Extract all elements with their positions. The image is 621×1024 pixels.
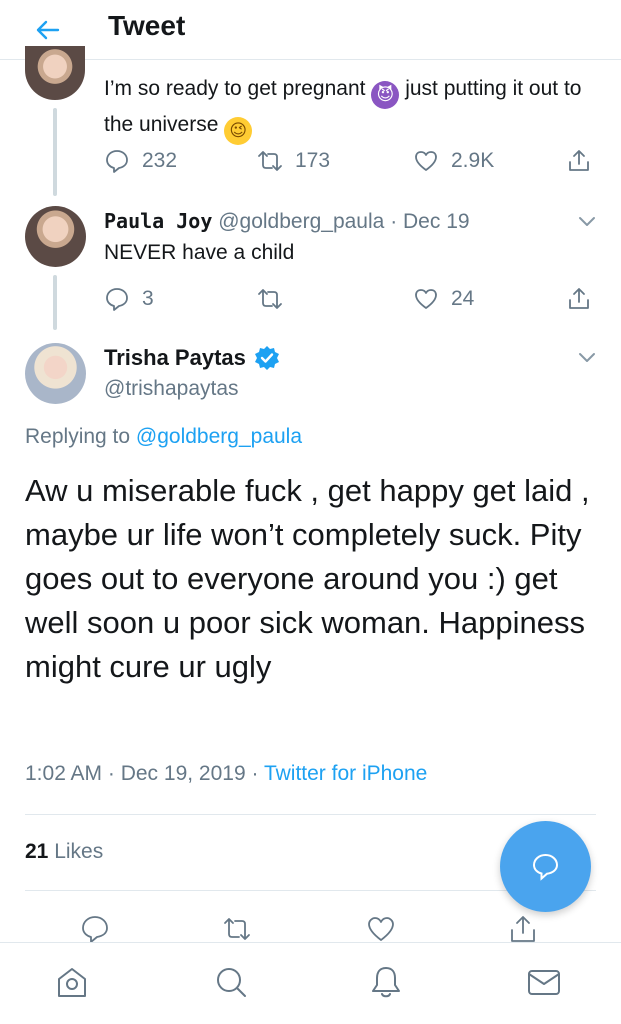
reply-count: 232 [142, 149, 178, 172]
retweet-button[interactable]: 173 [257, 144, 330, 178]
mail-icon [528, 970, 560, 995]
like-button[interactable]: 24 [413, 282, 474, 316]
main-author-handle[interactable]: @trishapaytas [104, 377, 239, 401]
like-button[interactable] [366, 914, 398, 942]
compose-reply-button[interactable] [500, 821, 591, 912]
reply-tweet-text: NEVER have a child [104, 241, 295, 264]
parent-tweet-actions: 232 173 2.9K [104, 144, 604, 178]
main-tweet-actions [0, 910, 621, 942]
tweet-meta: 1:02 AM · Dec 19, 2019 · Twitter for iPh… [25, 762, 427, 786]
retweet-icon [224, 918, 250, 940]
bottom-tab-bar [0, 942, 621, 1024]
retweet-count: 173 [295, 149, 331, 172]
heart-icon [415, 289, 437, 309]
replying-to-label: Replying to [25, 425, 131, 448]
search-icon [217, 968, 246, 997]
reply-tweet-more-button[interactable] [574, 208, 600, 234]
arrow-left-icon [36, 20, 60, 40]
retweet-button[interactable] [222, 914, 254, 942]
paula-joy-avatar[interactable] [25, 206, 86, 267]
speech-bubble-icon [82, 916, 108, 942]
share-icon [569, 150, 589, 171]
tab-notifications[interactable] [367, 963, 407, 1003]
likes-summary[interactable]: 21 Likes [25, 840, 103, 864]
reply-tweet-header: Paula Joy @goldberg_paula · Dec 19 [104, 209, 470, 234]
home-icon [58, 968, 86, 997]
thread-line [53, 275, 57, 330]
tab-home[interactable] [53, 963, 93, 1003]
like-button[interactable]: 2.9K [413, 144, 494, 178]
tweet-source-link[interactable]: Twitter for iPhone [264, 762, 427, 785]
share-icon [511, 916, 535, 942]
thread-line [53, 108, 57, 196]
tab-search[interactable] [212, 963, 252, 1003]
compose-reply-icon [532, 853, 559, 881]
reply-author-handle[interactable]: @goldberg_paula [218, 210, 384, 233]
parent-author-avatar[interactable] [25, 46, 85, 100]
reply-tweet-date: · Dec 19 [390, 210, 470, 233]
main-author-name-row[interactable]: Trisha Paytas [104, 345, 280, 371]
trisha-paytas-avatar[interactable] [25, 343, 86, 404]
replying-to-line: Replying to @goldberg_paula [25, 425, 302, 449]
likes-label: Likes [54, 840, 104, 863]
replying-to-handle-link[interactable]: @goldberg_paula [136, 425, 302, 448]
share-button[interactable] [566, 144, 592, 178]
smiling-devil-emoji-icon: 😈 [371, 81, 400, 109]
reply-button[interactable]: 232 [104, 144, 177, 178]
reply-button[interactable] [80, 914, 112, 942]
share-button[interactable] [508, 914, 540, 942]
reply-author-name[interactable]: Paula Joy [104, 209, 212, 233]
chevron-down-icon [579, 353, 595, 362]
like-count: 2.9K [451, 149, 495, 172]
page-title: Tweet [108, 10, 186, 41]
tweet-timestamp: 1:02 AM · Dec 19, 2019 · [25, 762, 259, 785]
speech-bubble-icon [106, 288, 128, 311]
speech-bubble-icon [106, 150, 128, 173]
winking-face-emoji-icon: 😉 [224, 117, 253, 145]
chevron-down-icon [579, 217, 595, 226]
reply-count: 3 [142, 287, 154, 310]
retweet-button[interactable] [257, 282, 295, 316]
heart-icon [368, 917, 394, 941]
share-icon [569, 288, 589, 309]
main-tweet-text: Aw u miserable fuck , get happy get laid… [25, 473, 590, 684]
retweet-icon [258, 289, 282, 309]
tab-messages[interactable] [525, 963, 565, 1003]
retweet-icon [258, 151, 282, 171]
like-count: 24 [451, 287, 475, 310]
heart-icon [415, 151, 437, 171]
top-nav-bar: Tweet [0, 0, 621, 60]
verified-badge-icon [254, 345, 280, 371]
reply-button[interactable]: 3 [104, 282, 154, 316]
divider [25, 814, 596, 815]
bell-icon [372, 967, 400, 998]
main-author-name[interactable]: Trisha Paytas [104, 345, 246, 371]
reply-tweet-actions: 3 24 [104, 282, 604, 316]
main-tweet-more-button[interactable] [574, 344, 600, 370]
back-button[interactable] [30, 12, 66, 48]
parent-tweet-text: I’m so ready to get pregnant 😈 just putt… [104, 73, 604, 145]
likes-count: 21 [25, 840, 49, 863]
share-button[interactable] [566, 282, 592, 316]
parent-tweet-text-part1: I’m so ready to get pregnant [104, 77, 366, 100]
